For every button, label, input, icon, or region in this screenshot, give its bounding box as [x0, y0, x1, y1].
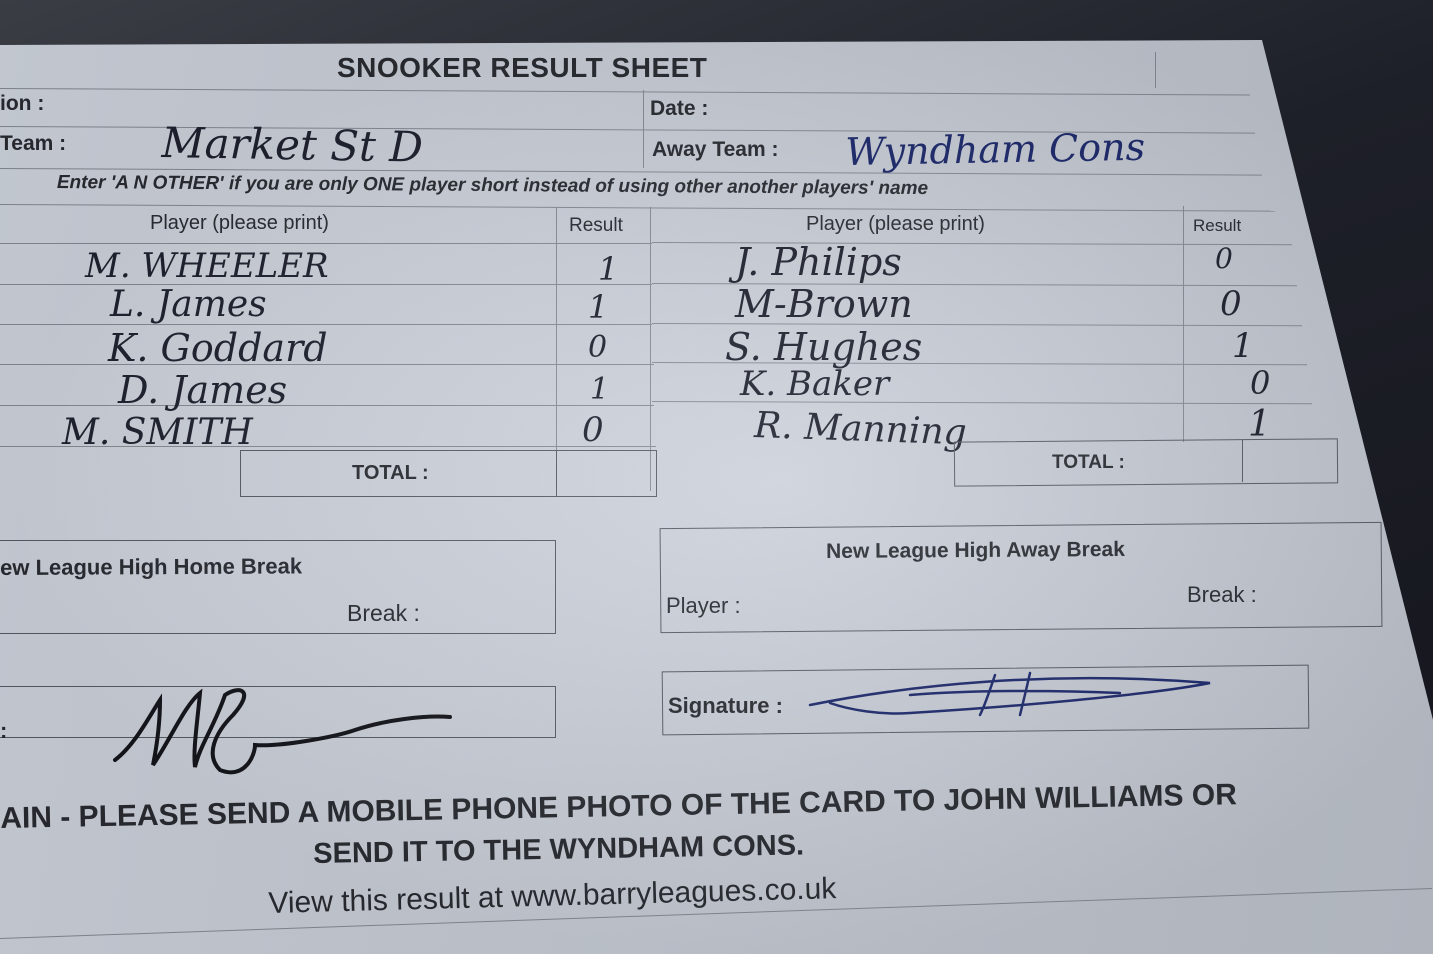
away-total-label: TOTAL : — [1052, 452, 1125, 473]
away-signature-label: Signature : — [668, 693, 783, 718]
home-table-line-2 — [0, 324, 652, 325]
header-divider — [643, 90, 644, 168]
away-player-2[interactable]: M-Brown — [735, 282, 913, 326]
home-player-1[interactable]: M. WHEELER — [85, 246, 329, 286]
home-player-2[interactable]: L. James — [110, 284, 267, 325]
away-break-label: Break : — [1187, 582, 1257, 607]
away-result-divider — [1183, 206, 1184, 442]
away-result-2[interactable]: 0 — [1220, 284, 1242, 324]
away-player-header: Player (please print) — [806, 213, 985, 235]
home-break-title: ew League High Home Break — [0, 553, 303, 580]
home-team-value[interactable]: Market St D — [161, 118, 423, 172]
home-signature-label: : — [0, 718, 8, 743]
home-player-3[interactable]: K. Goddard — [108, 326, 328, 370]
away-result-1[interactable]: 0 — [1215, 242, 1233, 275]
home-total-label: TOTAL : — [352, 462, 429, 484]
home-table-right — [650, 207, 651, 491]
home-total-box — [240, 450, 657, 497]
away-result-4[interactable]: 0 — [1250, 364, 1270, 402]
away-result-3[interactable]: 1 — [1232, 326, 1254, 366]
home-player-5[interactable]: M. SMITH — [62, 412, 253, 453]
home-result-5[interactable]: 0 — [582, 410, 604, 450]
home-result-2[interactable]: 1 — [588, 288, 608, 326]
home-result-4[interactable]: 1 — [590, 372, 609, 407]
home-break-label: Break : — [347, 600, 420, 626]
away-result-header: Result — [1193, 216, 1242, 235]
away-signature-drawing — [808, 671, 1211, 717]
home-player-4[interactable]: D. James — [118, 368, 287, 412]
home-result-1[interactable]: 1 — [598, 250, 618, 288]
away-total-box — [953, 438, 1339, 487]
away-player-5[interactable]: R. Manning — [754, 405, 968, 453]
away-team-value[interactable]: Wyndham Cons — [845, 125, 1145, 174]
home-table-line-0 — [0, 243, 652, 244]
home-total-divider — [556, 450, 557, 496]
away-total-divider — [1242, 440, 1243, 482]
home-result-3[interactable]: 0 — [588, 330, 607, 365]
home-result-divider — [556, 207, 557, 491]
away-team-label: Away Team : — [652, 138, 779, 161]
date-label: Date : — [650, 97, 709, 120]
away-break-title: New League High Away Break — [826, 537, 1125, 563]
sheet-title: SNOOKER RESULT SHEET — [337, 52, 708, 83]
division-label: ion : — [0, 92, 45, 115]
home-signature-drawing — [113, 688, 452, 775]
away-player-label: Player : — [666, 593, 741, 618]
away-player-3[interactable]: S. Hughes — [725, 325, 922, 369]
home-result-header: Result — [569, 215, 623, 236]
away-player-1[interactable]: J. Philips — [735, 240, 902, 284]
title-right-box — [1155, 52, 1156, 88]
home-player-header: Player (please print) — [150, 212, 329, 234]
home-team-label: Team : — [0, 132, 67, 155]
away-player-4[interactable]: K. Baker — [740, 364, 889, 404]
